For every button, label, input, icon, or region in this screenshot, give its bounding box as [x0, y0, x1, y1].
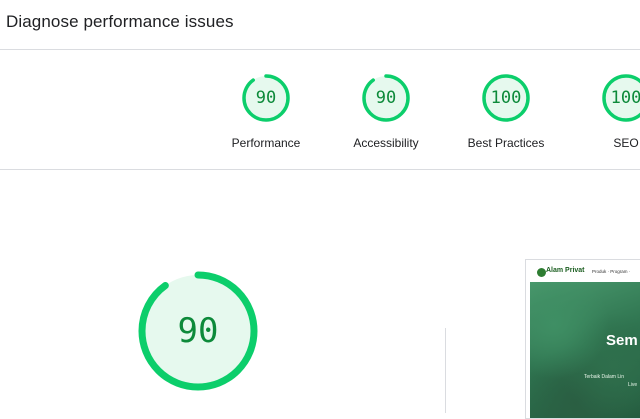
gauge-performance-label: Performance	[231, 136, 301, 150]
gauge-seo-score: 100	[610, 88, 640, 108]
thumbnail-navbar: Alam Privat Produk · Program ·	[526, 260, 640, 282]
thumbnail-menu: Produk · Program ·	[592, 269, 631, 274]
thumbnail-hero-title: Sem	[606, 332, 638, 349]
thumbnail-hero-subtitle-2: Live	[628, 382, 638, 388]
page-header: Diagnose performance issues	[0, 0, 640, 50]
gauge-seo-label: SEO	[613, 136, 639, 150]
thumbnail-hero: Sem Terbaik Dalam Lin Live	[530, 282, 640, 418]
tree-logo-icon	[537, 268, 546, 277]
gauge-performance[interactable]: 90 Performance	[206, 74, 326, 164]
gauge-accessibility-score: 90	[375, 88, 397, 108]
main-performance-gauge: 90	[137, 270, 259, 392]
page-screenshot-thumbnail[interactable]: Alam Privat Produk · Program · Sem Terba…	[525, 259, 640, 419]
main-performance-score: 90	[177, 311, 219, 351]
gauge-best-practices-score: 100	[490, 88, 522, 108]
gauge-accessibility-label: Accessibility	[353, 136, 419, 150]
gauge-accessibility[interactable]: 90 Accessibility	[326, 74, 446, 164]
gauge-best-practices-label: Best Practices	[467, 136, 545, 150]
gauge-performance-score: 90	[255, 88, 277, 108]
page-title: Diagnose performance issues	[6, 12, 234, 31]
thumbnail-brand: Alam Privat	[546, 267, 585, 274]
gauge-seo[interactable]: 100 SEO	[566, 74, 640, 164]
thumbnail-hero-subtitle: Terbaik Dalam Lin	[584, 374, 625, 380]
gauge-best-practices[interactable]: 100 Best Practices	[446, 74, 566, 164]
vertical-divider	[445, 328, 446, 413]
score-gauges-row: 90 Performance 90 Accessibility 100 Best…	[0, 51, 640, 170]
